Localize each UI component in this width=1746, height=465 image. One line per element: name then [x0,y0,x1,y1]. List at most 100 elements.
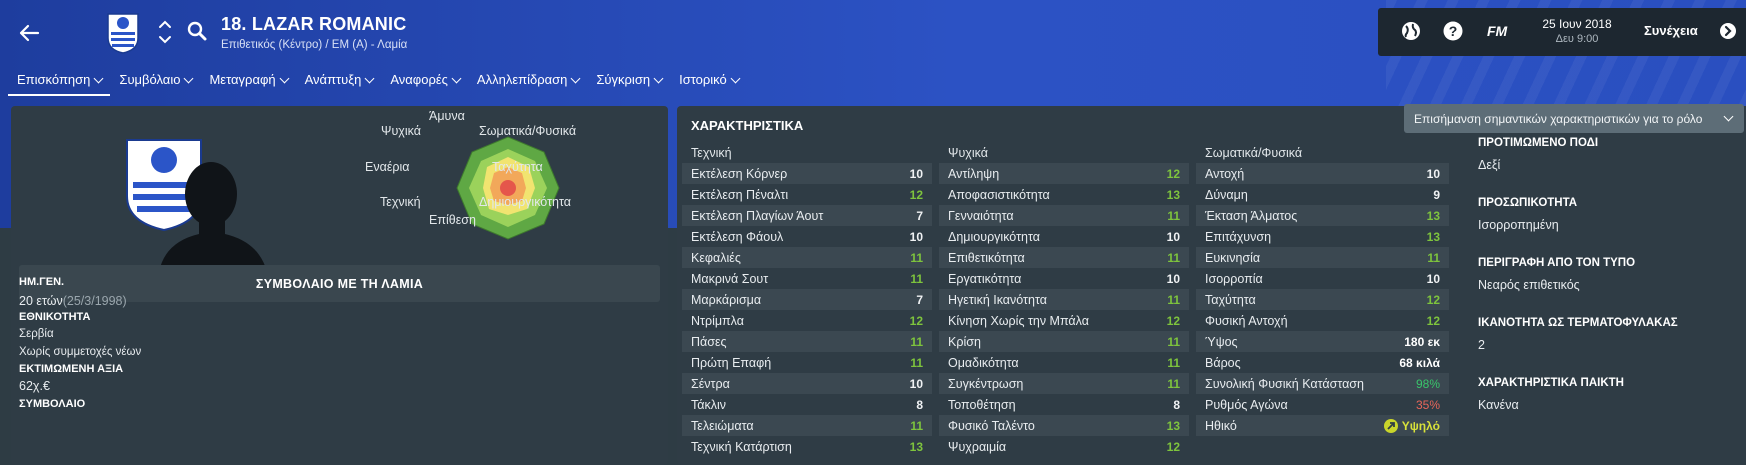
attribute-row[interactable]: Πρώτη Επαφή 11 [682,352,932,373]
tab-transfer[interactable]: Μεταγραφή [200,66,295,96]
attribute-row[interactable]: Ντρίμπλα 12 [682,310,932,331]
side-info-block: ΙΚΑΝΟΤΗΤΑ ΩΣ ΤΕΡΜΑΤΟΦΥΛΑΚΑΣ 2 [1478,313,1738,373]
attribute-value: 12 [1166,313,1180,328]
attribute-row[interactable]: Συνολική Φυσική Κατάσταση 98% [1196,373,1449,394]
attribute-name: Φυσική Αντοχή [1205,313,1288,328]
attribute-name: Αποφασιστικότητα [948,187,1050,202]
side-info-label: ΙΚΑΝΟΤΗΤΑ ΩΣ ΤΕΡΜΑΤΟΦΥΛΑΚΑΣ [1478,317,1678,329]
attribute-row[interactable]: Τοποθέτηση 8 [939,394,1189,415]
attribute-value: 12 [1426,313,1440,328]
attribute-row[interactable]: Ηγετική Ικανότητα 11 [939,289,1189,310]
tab-history[interactable]: Ιστορικό [670,66,747,96]
age-row: 20 ετών(25/3/1998) [19,293,127,308]
attribute-row[interactable]: Συγκέντρωση 11 [939,373,1189,394]
nationality-row: Σερβία [19,328,54,340]
attribute-row[interactable]: Κρίση 11 [939,331,1189,352]
tab-contract[interactable]: Συμβόλαιο [110,66,200,96]
attribute-row[interactable]: Εκτέλεση Φάουλ 10 [682,226,932,247]
attribute-name: Ντρίμπλα [691,313,744,328]
chevron-down-icon [184,73,194,84]
attribute-row[interactable]: Εκτέλεση Κόρνερ 10 [682,163,932,184]
side-info-block: ΠΡΟΣΩΠΙΚΟΤΗΤΑ Ισορροπημένη [1478,193,1738,253]
attribute-row[interactable]: Έκταση Άλματος 13 [1196,205,1449,226]
youth-caps-row: Χωρίς συμμετοχές νέων [19,346,141,358]
morale-row[interactable]: Ηθικό Υψηλό [1196,415,1449,436]
attribute-row[interactable]: Τεχνική Κατάρτιση 13 [682,436,932,457]
attribute-row[interactable]: Εκτέλεση Πλαγίων Άουτ 7 [682,205,932,226]
world-globe-icon[interactable] [1400,20,1422,42]
help-icon[interactable]: ? [1442,20,1464,42]
attribute-value: 12 [1166,166,1180,181]
attribute-row[interactable]: Γενναιότητα 11 [939,205,1189,226]
fm-logo[interactable]: FM [1487,23,1507,39]
attribute-row[interactable]: Ρυθμός Αγώνα 35% [1196,394,1449,415]
attribute-value: 10 [1426,271,1440,286]
tab-label: Αναφορές [390,72,448,87]
attribute-row[interactable]: Ύψος 180 εκ [1196,331,1449,352]
attribute-name: Αντίληψη [948,166,1000,181]
attribute-row[interactable]: Ψυχραιμία 12 [939,436,1189,457]
attribute-name: Ομαδικότητα [948,355,1019,370]
radar-label-physical: Σωματικά/Φυσικά [479,124,577,138]
attribute-row[interactable]: Τελειώματα 11 [682,415,932,436]
continue-arrow-icon[interactable] [1719,22,1737,40]
chevron-down-icon [570,73,581,84]
attribute-row[interactable]: Αποφασιστικότητα 13 [939,184,1189,205]
game-time: Δευ 9:00 [1555,33,1599,45]
attribute-row[interactable]: Ευκινησία 11 [1196,247,1449,268]
tab-reports[interactable]: Αναφορές [381,66,468,96]
attribute-row[interactable]: Επιτάχυνση 13 [1196,226,1449,247]
attribute-row[interactable]: Βάρος 68 κιλά [1196,352,1449,373]
attribute-row[interactable]: Δημιουργικότητα 10 [939,226,1189,247]
attribute-value: 7 [916,208,923,223]
attribute-name: Βάρος [1205,355,1241,370]
attribute-row[interactable]: Πάσες 11 [682,331,932,352]
attribute-row[interactable]: Μακρινά Σουτ 11 [682,268,932,289]
back-button[interactable] [14,18,44,48]
tab-development[interactable]: Ανάπτυξη [296,66,382,96]
attribute-row[interactable]: Κεφαλιές 11 [682,247,932,268]
search-icon[interactable] [186,20,208,42]
prev-next-player-icon[interactable] [158,18,172,46]
attribute-value: 13 [909,439,923,454]
attribute-row[interactable]: Μαρκάρισμα 7 [682,289,932,310]
tab-comparison[interactable]: Σύγκριση [587,66,670,96]
continue-button[interactable]: Συνέχεια [1644,23,1698,38]
attribute-row[interactable]: Κίνηση Χωρίς την Μπάλα 12 [939,310,1189,331]
attribute-row[interactable]: Σέντρα 10 [682,373,932,394]
side-info-value: Κανένα [1478,398,1519,412]
dob-label: ΗΜ.ΓΕΝ. [19,276,65,288]
attribute-value: 98% [1415,376,1440,391]
radar-label-speed: Ταχύτητα [492,160,543,174]
attribute-name: Σέντρα [691,376,730,391]
attribute-row[interactable]: Αντίληψη 12 [939,163,1189,184]
tab-interaction[interactable]: Αλληλεπίδραση [468,66,587,96]
attribute-row[interactable]: Επιθετικότητα 11 [939,247,1189,268]
attribute-row[interactable]: Ταχύτητα 12 [1196,289,1449,310]
chevron-down-icon [93,73,104,84]
attribute-row[interactable]: Αντοχή 10 [1196,163,1449,184]
attribute-value: 11 [910,418,923,433]
attribute-value: 11 [910,271,923,286]
attribute-row[interactable]: Ισορροπία 10 [1196,268,1449,289]
attribute-row[interactable]: Τάκλιν 8 [682,394,932,415]
side-info-block: ΧΑΡΑΚΤΗΡΙΣΤΙΚΑ ΠΑΙΚΤΗ Κανένα [1478,373,1738,433]
attributes-panel: ΧΑΡΑΚΤΗΡΙΣΤΙΚΑ Επισήμανση σημαντικών χαρ… [677,104,1746,465]
attribute-row[interactable]: Ομαδικότητα 11 [939,352,1189,373]
attribute-row[interactable]: Δύναμη 9 [1196,184,1449,205]
role-highlight-dropdown[interactable]: Επισήμανση σημαντικών χαρακτηριστικών γι… [1404,104,1744,133]
club-badge-icon [107,13,139,54]
nationality-value[interactable]: Σερβία [19,328,54,340]
attribute-row[interactable]: Φυσική Αντοχή 12 [1196,310,1449,331]
attribute-name: Ταχύτητα [1205,292,1256,307]
attribute-row[interactable]: Εκτέλεση Πέναλτι 12 [682,184,932,205]
attribute-name: Τελειώματα [691,418,754,433]
tab-overview[interactable]: Επισκόπηση [8,66,111,96]
attribute-row[interactable]: Εργατικότητα 10 [939,268,1189,289]
side-info-label: ΠΡΟΤΙΜΩΜΕΝΟ ΠΟΔΙ [1478,137,1599,149]
value-row: 62χ.€ [19,379,50,393]
radar-label-attack: Επίθεση [429,213,476,227]
attribute-row[interactable]: Φυσικό Ταλέντο 13 [939,415,1189,436]
radar-label-aerial: Εναέρια [365,160,410,174]
mental-attributes-list: Αντίληψη 12 Αποφασιστικότητα 13 Γενναιότητα 1… [939,163,1189,457]
